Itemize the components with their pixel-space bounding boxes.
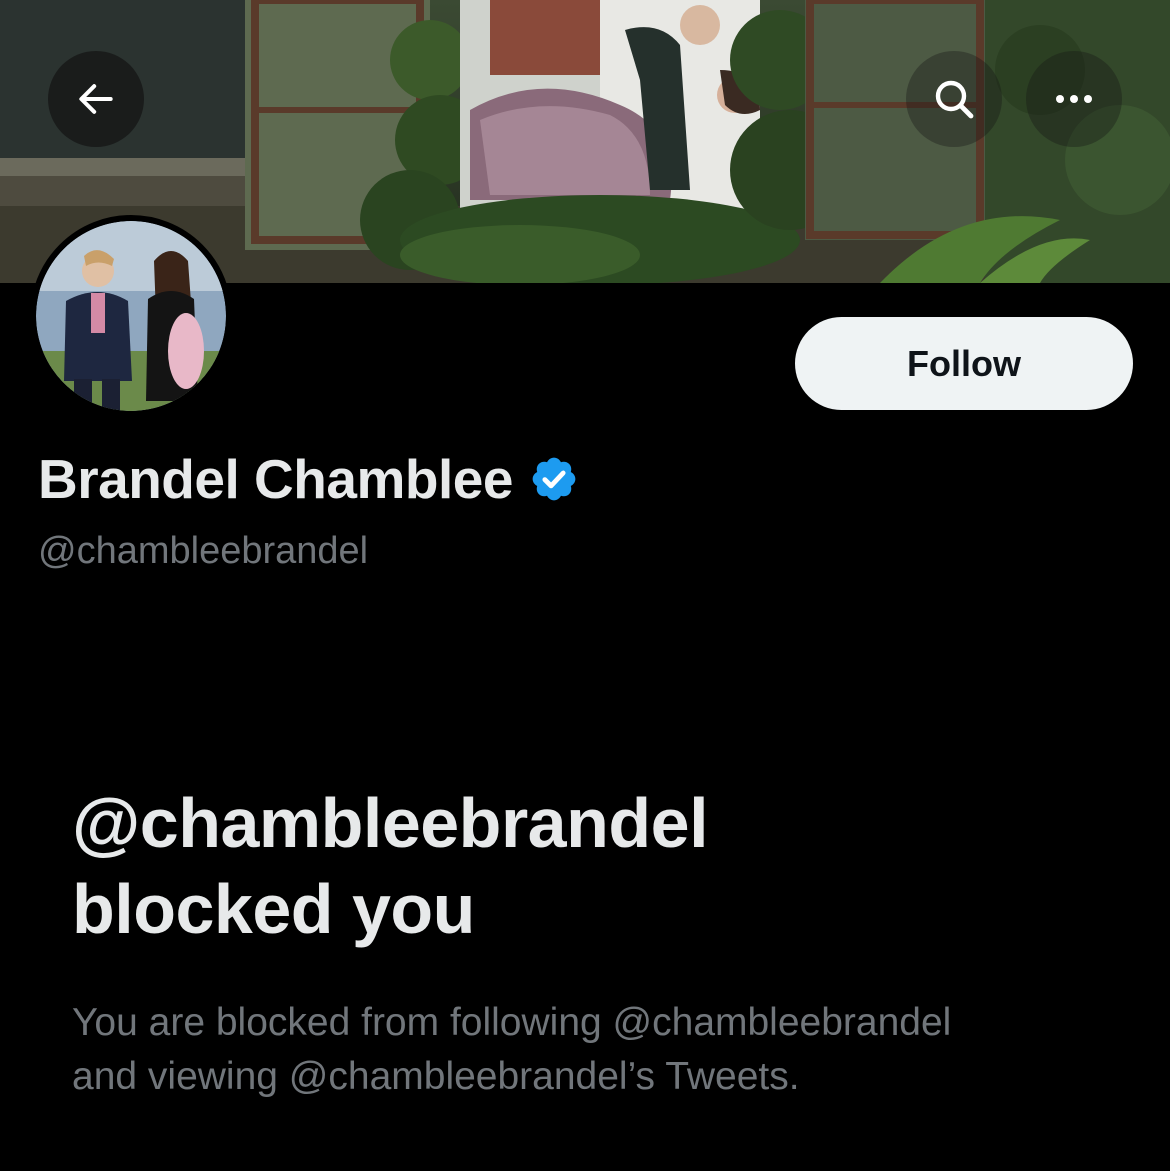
blocked-description-line2: and viewing @chambleebrandel’s Tweets. <box>72 1055 800 1098</box>
search-button[interactable] <box>906 51 1002 147</box>
back-button[interactable] <box>48 51 144 147</box>
follow-button[interactable]: Follow <box>795 317 1133 410</box>
profile-avatar[interactable] <box>30 215 232 417</box>
blocked-title-text: blocked you <box>72 870 475 948</box>
more-button[interactable] <box>1026 51 1122 147</box>
verified-badge-icon[interactable] <box>529 454 579 504</box>
blocked-description: You are blocked from following @chamblee… <box>72 996 1132 1104</box>
search-icon <box>935 80 974 119</box>
more-horizontal-icon <box>1056 95 1092 103</box>
profile-name-row: Brandel Chamblee <box>38 447 579 511</box>
display-name: Brandel Chamblee <box>38 448 513 510</box>
blocked-title: @chambleebrandel blocked you <box>72 780 1112 952</box>
blocked-title-handle: @chambleebrandel <box>72 784 709 862</box>
blocked-description-line1: You are blocked from following @chamblee… <box>72 1001 952 1044</box>
profile-handle: @chambleebrandel <box>38 530 369 572</box>
arrow-left-icon <box>79 84 113 114</box>
avatar-photo <box>36 221 226 411</box>
